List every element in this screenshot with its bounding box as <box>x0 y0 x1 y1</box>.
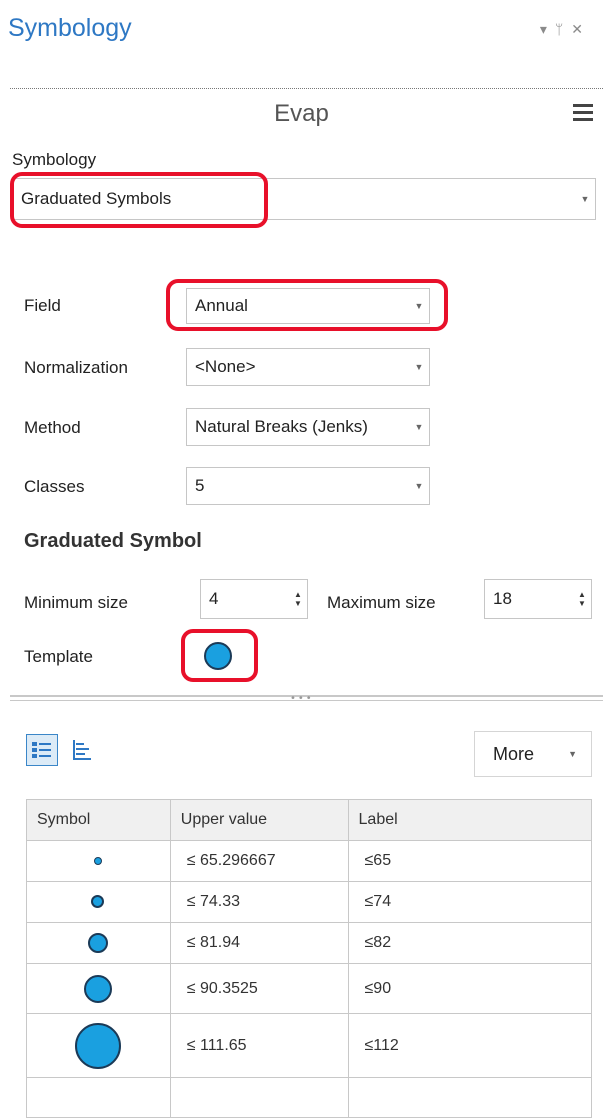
normalization-label: Normalization <box>24 358 128 377</box>
classes-dropdown[interactable]: 5 ▼ <box>186 467 430 505</box>
normalization-dropdown[interactable]: <None> ▼ <box>186 348 430 386</box>
label-cell[interactable]: ≤65 <box>347 840 593 882</box>
highlight-template <box>181 629 258 682</box>
upper-value-cell[interactable]: ≤ 81.94 <box>169 922 349 964</box>
circle-symbol-icon <box>87 933 108 953</box>
template-label: Template <box>24 647 93 666</box>
spinner-arrows-icon[interactable]: ▲ ▼ <box>573 590 591 608</box>
upper-value-cell[interactable]: ≤ 90.3525 <box>169 963 349 1014</box>
upper-value-cell[interactable]: ≤ 74.33 <box>169 881 349 923</box>
highlight-symbology <box>10 172 268 228</box>
close-icon[interactable]: ✕ <box>571 22 591 38</box>
chevron-down-icon: ▼ <box>414 362 424 372</box>
menu-icon[interactable] <box>573 104 593 125</box>
table-row[interactable]: ≤ 81.94 ≤82 <box>26 922 593 964</box>
pin-dropdown-icon[interactable]: ▾ <box>540 22 555 38</box>
splitter-grip-icon[interactable]: ••• <box>290 693 314 704</box>
layer-name: Evap <box>274 100 329 127</box>
table-row[interactable]: ≤ 111.65 ≤112 <box>26 1013 593 1078</box>
classes-view-button[interactable] <box>26 734 58 766</box>
spinner-arrows-icon[interactable]: ▲ ▼ <box>289 590 307 608</box>
circle-symbol-icon <box>74 1022 121 1069</box>
classes-label: Classes <box>24 477 85 496</box>
label-cell[interactable]: ≤74 <box>347 881 593 923</box>
title-controls: ▾ᛘ✕ <box>540 22 591 38</box>
table-header-row: Symbol Upper value Label <box>26 799 593 841</box>
table-row-empty <box>26 1077 593 1118</box>
normalization-value: <None> <box>195 357 256 376</box>
classes-table: Symbol Upper value Label ≤ 65.296667 ≤65… <box>26 799 593 1118</box>
symbol-cell[interactable] <box>26 840 171 882</box>
pin-icon[interactable]: ᛘ <box>555 22 571 38</box>
minimum-size-stepper[interactable]: 4 ▲ ▼ <box>200 579 308 619</box>
highlight-field <box>166 279 448 331</box>
table-row[interactable]: ≤ 65.296667 ≤65 <box>26 840 593 882</box>
column-header-label[interactable]: Label <box>347 799 593 841</box>
table-row[interactable]: ≤ 74.33 ≤74 <box>26 881 593 923</box>
circle-symbol-icon <box>91 895 105 909</box>
upper-value-cell[interactable]: ≤ 65.296667 <box>169 840 349 882</box>
maximum-size-value: 18 <box>493 589 512 608</box>
symbol-cell[interactable] <box>26 881 171 923</box>
more-button[interactable]: More ▼ <box>474 731 592 777</box>
field-label: Field <box>24 296 61 315</box>
minimum-size-label: Minimum size <box>24 593 128 612</box>
symbology-label: Symbology <box>12 150 97 169</box>
circle-symbol-icon <box>93 856 102 865</box>
table-row[interactable]: ≤ 90.3525 ≤90 <box>26 963 593 1014</box>
histogram-view-button[interactable] <box>66 734 98 766</box>
circle-symbol-icon <box>83 974 112 1003</box>
upper-value-cell[interactable]: ≤ 111.65 <box>169 1013 349 1078</box>
method-value: Natural Breaks (Jenks) <box>195 417 368 436</box>
more-label: More <box>493 743 535 764</box>
title-divider <box>10 88 603 89</box>
chevron-down-icon: ▼ <box>414 481 424 491</box>
label-cell[interactable]: ≤82 <box>347 922 593 964</box>
graduated-symbol-heading: Graduated Symbol <box>24 530 202 552</box>
pane-title: Symbology <box>8 14 132 42</box>
minimum-size-value: 4 <box>209 589 219 608</box>
list-grid-icon <box>32 742 51 758</box>
column-header-upper-value[interactable]: Upper value <box>169 799 349 841</box>
symbol-cell[interactable] <box>26 963 171 1014</box>
method-dropdown[interactable]: Natural Breaks (Jenks) ▼ <box>186 408 430 446</box>
column-header-symbol[interactable]: Symbol <box>26 799 171 841</box>
label-cell[interactable]: ≤112 <box>347 1013 593 1078</box>
method-label: Method <box>24 418 81 437</box>
symbol-cell[interactable] <box>26 922 171 964</box>
maximum-size-label: Maximum size <box>327 593 436 612</box>
chevron-down-icon: ▼ <box>568 749 577 759</box>
chevron-down-icon: ▼ <box>580 194 590 204</box>
symbol-cell[interactable] <box>26 1013 171 1078</box>
label-cell[interactable]: ≤90 <box>347 963 593 1014</box>
maximum-size-stepper[interactable]: 18 ▲ ▼ <box>484 579 592 619</box>
chevron-down-icon: ▼ <box>414 422 424 432</box>
histogram-icon <box>73 740 91 760</box>
classes-value: 5 <box>195 476 205 495</box>
